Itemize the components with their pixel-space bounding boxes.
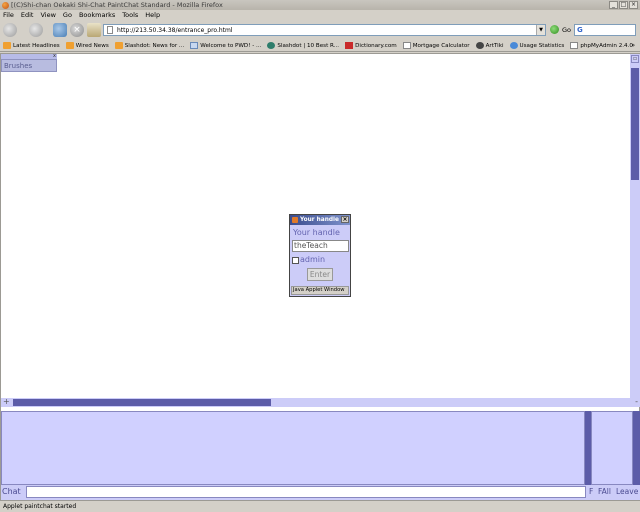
leave-button[interactable]: Leave bbox=[616, 487, 638, 496]
admin-checkbox[interactable] bbox=[292, 257, 299, 264]
chat-label: Chat bbox=[2, 487, 21, 496]
bookmark-item[interactable]: ArtTiki bbox=[475, 42, 504, 49]
status-text: Applet paintchat started bbox=[3, 503, 77, 510]
bookmark-item[interactable]: Slashdot | 10 Best R... bbox=[267, 42, 339, 49]
search-input[interactable]: G bbox=[574, 24, 636, 36]
dialog-title: Your handle bbox=[300, 217, 339, 223]
fall-button[interactable]: FAll bbox=[598, 487, 611, 496]
status-bar: Applet paintchat started bbox=[0, 500, 640, 512]
bookmark-item[interactable]: Latest Headlines bbox=[3, 42, 60, 49]
stats-icon bbox=[509, 42, 518, 49]
url-history-dropdown-icon[interactable]: ▼ bbox=[536, 25, 545, 35]
user-list-scrollbar[interactable] bbox=[633, 411, 640, 485]
handle-label: Your handle bbox=[293, 228, 340, 237]
menu-bookmarks[interactable]: Bookmarks bbox=[79, 11, 115, 19]
java-icon bbox=[292, 217, 298, 223]
rss-feed-icon bbox=[114, 42, 123, 49]
horizontal-scroll-thumb[interactable] bbox=[13, 399, 271, 406]
window-title: [(C)Shi-chan Oekaki Shi-Chat PaintChat S… bbox=[11, 1, 223, 9]
bookmark-item[interactable]: Usage Statistics bbox=[509, 42, 564, 49]
arttiki-icon bbox=[475, 42, 484, 49]
user-list[interactable] bbox=[591, 411, 633, 485]
your-handle-dialog: Your handle × Your handle theTeach admin… bbox=[289, 214, 351, 297]
menu-tools[interactable]: Tools bbox=[122, 11, 138, 19]
go-arrow-icon bbox=[550, 25, 559, 34]
maximize-button[interactable]: □ bbox=[619, 1, 628, 9]
firefox-icon bbox=[2, 1, 9, 9]
rss-feed-icon bbox=[65, 42, 74, 49]
window-controls: _ □ × bbox=[609, 1, 638, 9]
dictionary-icon bbox=[345, 42, 354, 49]
dialog-titlebar[interactable]: Your handle × bbox=[290, 215, 350, 225]
navigation-toolbar: × http://213.50.34.38/entrance_pro.html … bbox=[0, 20, 640, 40]
url-bar[interactable]: http://213.50.34.38/entrance_pro.html ▼ bbox=[103, 24, 546, 36]
brushes-palette[interactable]: x Brushes bbox=[1, 53, 57, 72]
forward-arrow-icon[interactable] bbox=[29, 23, 43, 37]
site-icon bbox=[190, 42, 199, 49]
admin-label[interactable]: admin bbox=[300, 255, 325, 264]
chat-input[interactable] bbox=[26, 486, 586, 498]
bookmarks-toolbar: Latest Headlines Wired News Slashdot: Ne… bbox=[0, 40, 640, 52]
f-button[interactable]: F bbox=[589, 487, 593, 496]
chat-log[interactable] bbox=[1, 411, 585, 485]
chat-input-row: Chat F FAll Leave bbox=[1, 485, 640, 500]
brushes-label[interactable]: Brushes bbox=[1, 59, 57, 72]
window-titlebar: [(C)Shi-chan Oekaki Shi-Chat PaintChat S… bbox=[0, 0, 640, 10]
reload-icon[interactable] bbox=[53, 23, 67, 37]
bookmark-item[interactable]: Wired News bbox=[65, 42, 109, 49]
google-search-icon: G bbox=[577, 26, 583, 34]
bookmark-item[interactable]: Welcome to PWD! - ... bbox=[190, 42, 261, 49]
menu-bar: File Edit View Go Bookmarks Tools Help bbox=[0, 10, 640, 20]
home-icon[interactable] bbox=[87, 23, 101, 37]
page-icon bbox=[402, 42, 411, 49]
vertical-scroll-thumb[interactable] bbox=[631, 68, 639, 180]
bookmark-item[interactable]: Slashdot: News for ... bbox=[114, 42, 184, 49]
stop-icon[interactable]: × bbox=[70, 23, 84, 37]
enter-button[interactable]: Enter bbox=[307, 268, 333, 281]
zoom-out-icon[interactable]: - bbox=[635, 398, 638, 406]
menu-edit[interactable]: Edit bbox=[21, 11, 34, 19]
bookmark-item[interactable]: phpMyAdmin 2.4.0 bbox=[570, 42, 633, 49]
close-window-button[interactable]: × bbox=[629, 1, 638, 9]
page-icon bbox=[107, 26, 113, 34]
zoom-in-icon[interactable]: + bbox=[3, 398, 10, 406]
dialog-close-button[interactable]: × bbox=[341, 216, 349, 223]
menu-view[interactable]: View bbox=[40, 11, 55, 19]
menu-go[interactable]: Go bbox=[63, 11, 72, 19]
canvas-horizontal-scrollbar[interactable]: + - bbox=[1, 398, 640, 407]
bookmark-item[interactable]: Mortgage Calculator bbox=[402, 42, 470, 49]
java-applet-window-label: Java Applet Window bbox=[291, 286, 349, 295]
canvas-vertical-scrollbar[interactable]: ▫ bbox=[630, 54, 640, 398]
back-arrow-icon[interactable] bbox=[3, 23, 17, 37]
page-icon bbox=[570, 42, 579, 49]
handle-input[interactable]: theTeach bbox=[292, 240, 349, 252]
bookmark-item[interactable]: Dictionary.com bbox=[345, 42, 397, 49]
menu-file[interactable]: File bbox=[3, 11, 14, 19]
menu-help[interactable]: Help bbox=[145, 11, 160, 19]
bookmarks-overflow-chevron-icon[interactable]: » bbox=[631, 42, 635, 49]
slashdot-icon bbox=[267, 42, 276, 49]
rss-feed-icon bbox=[3, 42, 11, 49]
minimize-button[interactable]: _ bbox=[609, 1, 618, 9]
go-label: Go bbox=[562, 25, 572, 34]
go-button[interactable]: Go bbox=[550, 25, 571, 34]
url-text[interactable]: http://213.50.34.38/entrance_pro.html bbox=[117, 27, 233, 34]
scroll-up-icon[interactable]: ▫ bbox=[631, 55, 639, 63]
